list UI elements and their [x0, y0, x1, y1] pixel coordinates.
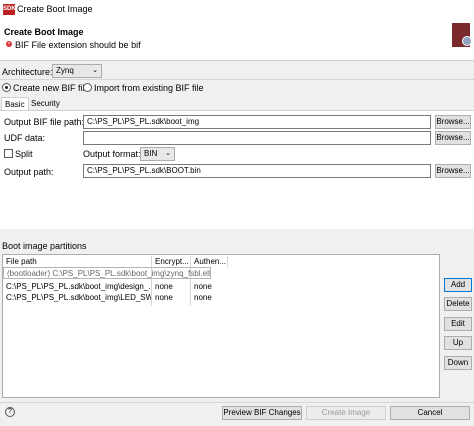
table-cell[interactable]: none — [152, 292, 190, 303]
udf-input[interactable] — [83, 131, 431, 145]
browse-output-button[interactable]: Browse... — [435, 164, 471, 178]
gear-icon — [462, 36, 472, 46]
create-new-bif-label: Create new BIF file — [13, 83, 90, 93]
column-file-path[interactable]: File path — [3, 256, 151, 267]
output-path-label: Output path: — [4, 167, 54, 177]
create-new-bif-radio[interactable] — [2, 83, 11, 92]
app-icon: SDK — [3, 4, 16, 15]
udf-label: UDF data: — [4, 133, 46, 143]
table-cell[interactable]: none — [191, 281, 227, 292]
create-image-button[interactable]: Create Image — [306, 406, 386, 420]
browse-bif-button[interactable]: Browse... — [435, 115, 471, 129]
chevron-down-icon: ⌄ — [165, 150, 171, 157]
table-cell[interactable]: none — [152, 281, 190, 292]
browse-udf-button[interactable]: Browse... — [435, 131, 471, 145]
output-format-select[interactable]: BIN ⌄ — [140, 147, 175, 161]
divider — [0, 79, 474, 80]
split-checkbox[interactable] — [4, 149, 13, 158]
partitions-title: Boot image partitions — [2, 241, 87, 251]
column-authen[interactable]: Authen... — [191, 256, 227, 267]
column-encrypt[interactable]: Encrypt... — [152, 256, 190, 267]
architecture-label: Architecture: — [2, 67, 53, 77]
table-cell[interactable]: none — [191, 292, 227, 303]
output-path-input[interactable]: C:\PS_PL\PS_PL.sdk\BOOT.bin — [83, 164, 431, 178]
divider — [0, 402, 474, 403]
output-format-value: BIN — [144, 149, 158, 158]
table-cell[interactable]: C:\PS_PL\PS_PL.sdk\boot_img\LED_SW... — [3, 292, 151, 303]
output-format-label: Output format: — [83, 149, 141, 159]
add-button[interactable]: Add — [444, 278, 472, 292]
table-cell[interactable]: C:\PS_PL\PS_PL.sdk\boot_img\design_... — [3, 281, 151, 292]
architecture-value: Zynq — [56, 66, 74, 75]
preview-bif-button[interactable]: Preview BIF Changes — [222, 406, 302, 420]
cancel-button[interactable]: Cancel — [390, 406, 470, 420]
error-icon: × — [6, 41, 12, 47]
dialog-title: Create Boot Image — [4, 27, 84, 37]
up-button[interactable]: Up — [444, 336, 472, 350]
split-label: Split — [15, 149, 33, 159]
architecture-select[interactable]: Zynq ⌄ — [52, 64, 102, 78]
column-divider — [227, 256, 228, 267]
tab-security[interactable]: Security — [28, 97, 63, 111]
down-button[interactable]: Down — [444, 356, 472, 370]
edit-button[interactable]: Edit — [444, 317, 472, 331]
table-row[interactable]: (bootloader) C:\PS_PL\PS_PL.sdk\boot_img… — [3, 267, 211, 279]
window-title: Create Boot Image — [17, 4, 93, 14]
delete-button[interactable]: Delete — [444, 297, 472, 311]
help-icon[interactable]: ? — [5, 407, 15, 417]
tab-basic[interactable]: Basic — [1, 97, 29, 111]
error-message: BIF File extension should be bif — [15, 40, 141, 50]
output-bif-label: Output BIF file path: — [4, 117, 85, 127]
chevron-down-icon: ⌄ — [92, 67, 98, 74]
import-bif-radio[interactable] — [83, 83, 92, 92]
output-bif-input[interactable]: C:\PS_PL\PS_PL.sdk\boot_img — [83, 115, 431, 129]
import-bif-label: Import from existing BIF file — [94, 83, 204, 93]
